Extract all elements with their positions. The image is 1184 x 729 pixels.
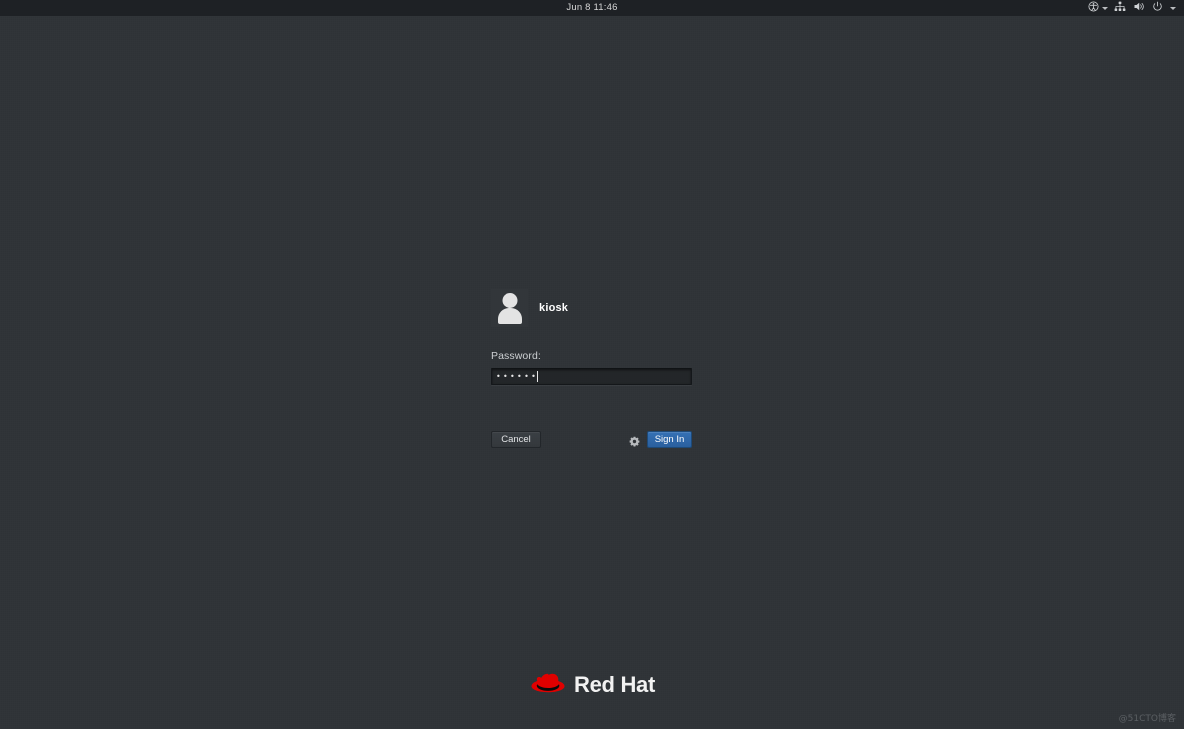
- sign-in-button[interactable]: Sign In: [647, 431, 692, 448]
- avatar-head: [502, 293, 517, 308]
- accessibility-icon: [1088, 0, 1099, 17]
- accessibility-menu-button[interactable]: [1085, 0, 1111, 16]
- volume-icon: [1133, 0, 1145, 17]
- cancel-button[interactable]: Cancel: [491, 431, 541, 448]
- signin-group: Sign In: [629, 431, 692, 448]
- watermark: @51CTO博客: [1118, 714, 1176, 724]
- clock[interactable]: Jun 8 11:46: [0, 0, 1184, 16]
- chevron-down-icon: [1170, 6, 1176, 10]
- power-icon: [1152, 0, 1163, 17]
- password-label: Password:: [491, 350, 541, 362]
- system-status-menu-button[interactable]: [1111, 0, 1179, 16]
- network-icon: [1114, 0, 1126, 17]
- gear-icon[interactable]: [629, 434, 640, 447]
- text-cursor: [537, 371, 539, 382]
- login-form: kiosk Password: •••••• Cancel Sign In: [491, 288, 692, 448]
- red-hat-fedora-icon: [529, 669, 567, 701]
- password-masked-value: ••••••: [496, 371, 539, 381]
- brand: Red Hat: [0, 669, 1184, 701]
- avatar-body: [497, 308, 522, 324]
- top-bar: Jun 8 11:46: [0, 0, 1184, 16]
- chevron-down-icon: [1102, 6, 1108, 10]
- user-avatar-icon: [491, 289, 528, 327]
- password-input[interactable]: ••••••: [491, 368, 692, 385]
- user-row[interactable]: kiosk: [491, 288, 692, 328]
- username-label: kiosk: [539, 302, 569, 314]
- login-button-row: Cancel Sign In: [491, 431, 692, 448]
- brand-name: Red Hat: [573, 672, 656, 697]
- system-tray: [1085, 0, 1179, 16]
